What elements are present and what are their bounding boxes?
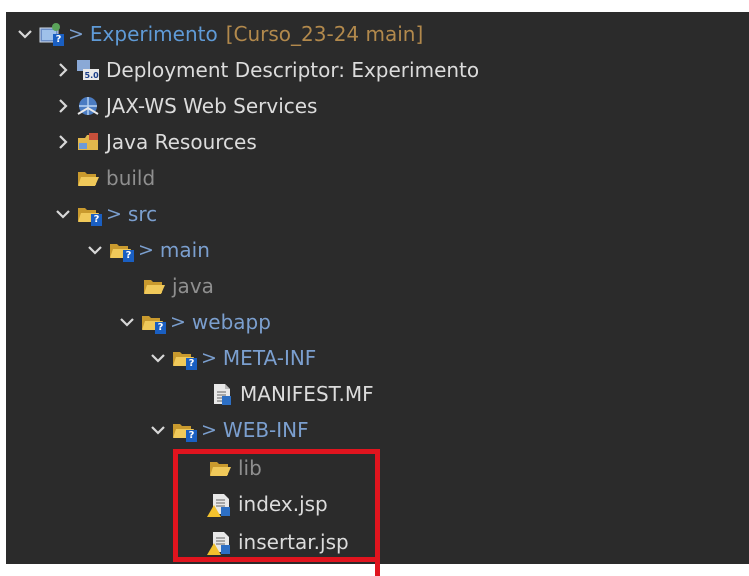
highlight-annotation-box xyxy=(173,449,380,562)
git-decoration: > xyxy=(170,311,186,333)
tree-row-project-root[interactable]: ? > Experimento [Curso_23-24 main] xyxy=(16,16,423,52)
tree-row-java-resources[interactable]: Java Resources xyxy=(54,124,257,160)
folder-icon: ? xyxy=(171,418,197,442)
git-decoration: > xyxy=(201,347,217,369)
tree-item-label: build xyxy=(106,166,156,190)
chevron-down-icon[interactable] xyxy=(149,348,167,368)
git-decoration: > xyxy=(138,239,154,261)
tree-row-deployment-descriptor[interactable]: 5.0 Deployment Descriptor: Experimento xyxy=(54,52,479,88)
chevron-right-icon[interactable] xyxy=(54,60,72,80)
repository-decoration: [Curso_23-24 main] xyxy=(225,22,424,46)
folder-icon xyxy=(142,274,166,298)
project-name: Experimento xyxy=(89,22,218,46)
tree-row-web-inf[interactable]: ? > WEB-INF xyxy=(149,412,309,448)
tree-item-label: META-INF xyxy=(222,346,317,370)
tree-item-label: WEB-INF xyxy=(222,418,309,442)
folder-icon: ? xyxy=(76,202,102,226)
tree-item-label: webapp xyxy=(191,310,271,334)
git-decoration: > xyxy=(201,419,217,441)
tree-row-main[interactable]: ? > main xyxy=(86,232,210,268)
web-services-icon xyxy=(76,94,100,118)
tree-item-label: src xyxy=(127,202,158,226)
tree-item-label: Java Resources xyxy=(106,130,257,154)
folder-icon: ? xyxy=(171,346,197,370)
chevron-down-icon[interactable] xyxy=(54,204,72,224)
tree-row-webapp[interactable]: ? > webapp xyxy=(118,304,271,340)
java-resources-icon xyxy=(76,130,100,154)
tree-item-label: main xyxy=(159,238,210,262)
git-decoration: > xyxy=(68,23,84,45)
folder-icon xyxy=(76,166,100,190)
tree-row-build[interactable]: build xyxy=(76,160,155,196)
tree-row-meta-inf[interactable]: ? > META-INF xyxy=(149,340,316,376)
svg-text:5.0: 5.0 xyxy=(85,71,100,80)
tree-item-label: java xyxy=(172,274,214,298)
tree-item-label: JAX-WS Web Services xyxy=(106,94,318,118)
chevron-down-icon[interactable] xyxy=(86,240,104,260)
chevron-down-icon[interactable] xyxy=(16,24,34,44)
chevron-right-icon[interactable] xyxy=(54,132,72,152)
tree-row-src[interactable]: ? > src xyxy=(54,196,157,232)
deployment-descriptor-icon: 5.0 xyxy=(76,58,100,82)
chevron-down-icon[interactable] xyxy=(118,312,136,332)
tree-row-manifest[interactable]: MANIFEST.MF xyxy=(210,376,374,412)
chevron-down-icon[interactable] xyxy=(149,420,167,440)
folder-icon: ? xyxy=(140,310,166,334)
git-decoration: > xyxy=(106,203,122,225)
tree-item-label: Deployment Descriptor: Experimento xyxy=(106,58,480,82)
file-icon xyxy=(210,382,234,406)
chevron-right-icon[interactable] xyxy=(54,96,72,116)
folder-icon: ? xyxy=(108,238,134,262)
tree-row-java[interactable]: java xyxy=(142,268,214,304)
highlight-annotation-line xyxy=(375,560,380,576)
tree-row-jax-ws-web-services[interactable]: JAX-WS Web Services xyxy=(54,88,317,124)
web-project-icon: ? xyxy=(38,22,64,46)
tree-item-label: MANIFEST.MF xyxy=(240,382,374,406)
